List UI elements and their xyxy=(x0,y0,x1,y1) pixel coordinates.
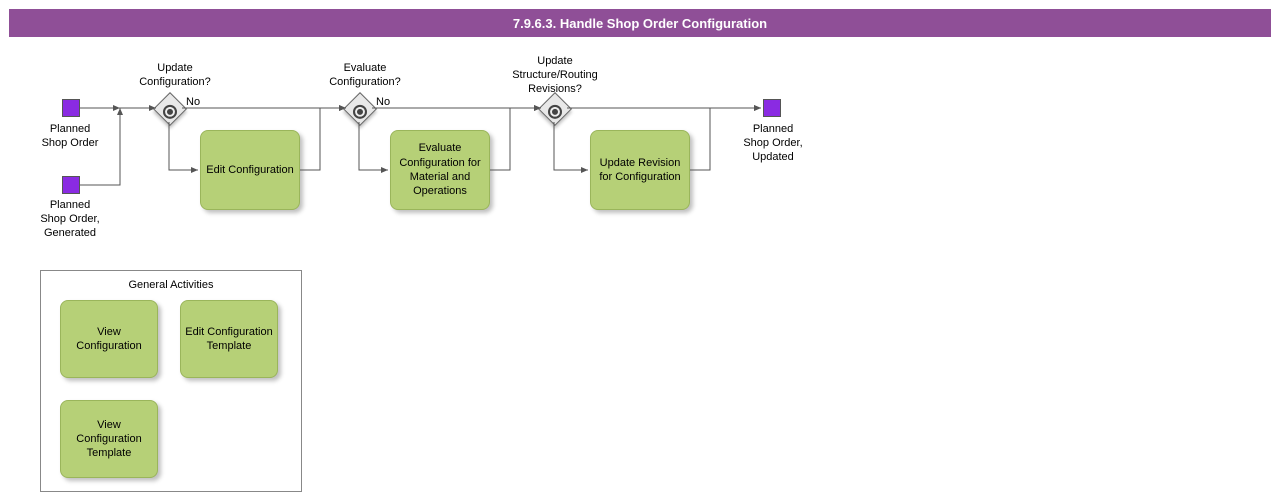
task-edit-configuration-template[interactable]: Edit Configuration Template xyxy=(180,300,278,378)
start-event-2 xyxy=(62,176,80,194)
task-view-configuration-template[interactable]: View Configuration Template xyxy=(60,400,158,478)
task-view-configuration[interactable]: View Configuration xyxy=(60,300,158,378)
gateway-1 xyxy=(153,92,187,126)
start-event-1-label: Planned Shop Order xyxy=(30,123,110,151)
end-event-label: Planned Shop Order, Updated xyxy=(733,123,813,164)
gateway-2-no: No xyxy=(376,96,406,110)
gateway-2 xyxy=(343,92,377,126)
page-title: 7.9.6.3. Handle Shop Order Configuration xyxy=(9,9,1271,37)
task-edit-configuration[interactable]: Edit Configuration xyxy=(200,130,300,210)
gateway-2-label: Evaluate Configuration? xyxy=(315,62,415,90)
end-event xyxy=(763,99,781,117)
gateway-3 xyxy=(538,92,572,126)
start-event-2-label: Planned Shop Order, Generated xyxy=(30,199,110,240)
gateway-3-label: Update Structure/Routing Revisions? xyxy=(500,55,610,96)
task-update-revision[interactable]: Update Revision for Configuration xyxy=(590,130,690,210)
start-event-1 xyxy=(62,99,80,117)
group-title: General Activities xyxy=(41,279,301,291)
task-evaluate-configuration[interactable]: Evaluate Configuration for Material and … xyxy=(390,130,490,210)
gateway-1-label: Update Configuration? xyxy=(125,62,225,90)
gateway-1-no: No xyxy=(186,96,216,110)
